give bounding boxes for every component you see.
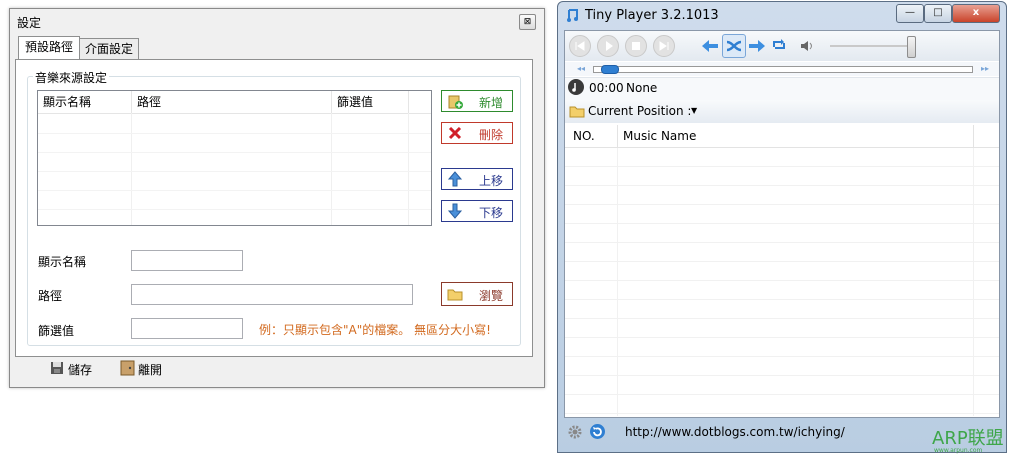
watermark-sub: www.arpun.com — [934, 447, 983, 454]
move-down-button[interactable]: 下移 — [441, 200, 513, 222]
group-title: 音樂來源設定 — [33, 69, 110, 86]
list-item[interactable] — [565, 148, 999, 167]
source-table[interactable]: 顯示名稱 路徑 篩選值 — [37, 90, 432, 226]
column-header-name[interactable]: 顯示名稱 — [38, 91, 132, 113]
repeat-icon[interactable] — [771, 37, 787, 56]
list-item[interactable] — [565, 262, 999, 281]
column-header-no[interactable]: NO. — [573, 129, 595, 143]
list-item[interactable] — [565, 395, 999, 414]
minimize-button[interactable]: — — [896, 4, 924, 23]
list-item[interactable] — [565, 205, 999, 224]
add-folder-icon — [447, 93, 463, 109]
filter-input[interactable] — [131, 318, 243, 339]
path-input[interactable] — [131, 284, 413, 305]
playlist-header: NO. Music Name — [565, 125, 999, 148]
volume-thumb[interactable] — [907, 36, 916, 58]
playlist[interactable] — [565, 148, 999, 416]
leave-label: 離開 — [138, 363, 163, 377]
browse-button-label: 瀏覽 — [478, 289, 503, 303]
maximize-button[interactable]: □ — [924, 4, 952, 23]
column-header-path[interactable]: 路徑 — [132, 91, 332, 113]
settings-window: 設定 ⊠ 預設路徑 介面設定 音樂來源設定 顯示名稱 路徑 篩選值 新增 刪除 … — [9, 8, 545, 388]
name-input[interactable] — [131, 250, 243, 271]
table-header: 顯示名稱 路徑 篩選值 — [38, 91, 431, 114]
music-disc-icon — [568, 79, 584, 95]
music-note-icon — [565, 8, 579, 25]
move-up-button[interactable]: 上移 — [441, 168, 513, 190]
volume-slider[interactable] — [830, 45, 915, 47]
close-button[interactable]: x — [952, 4, 1000, 23]
close-icon[interactable]: ⊠ — [519, 14, 536, 30]
folder-icon — [447, 286, 463, 302]
list-item[interactable] — [565, 186, 999, 205]
move-down-button-label: 下移 — [478, 206, 503, 220]
filter-hint: 例：只顯示包含"A"的檔案。 無區分大小寫! — [259, 323, 491, 337]
speaker-icon — [800, 40, 814, 55]
tab-panel: 音樂來源設定 顯示名稱 路徑 篩選值 新增 刪除 上移 下移 顯示名稱 路徑 瀏… — [15, 59, 533, 357]
status-url[interactable]: http://www.dotblogs.com.tw/ichying/ — [625, 425, 845, 439]
shuffle-icon[interactable] — [722, 34, 746, 58]
tab-default-path-label: 預設路徑 — [24, 40, 73, 54]
column-header-filter[interactable]: 篩選值 — [332, 91, 409, 113]
list-item[interactable] — [565, 376, 999, 395]
floppy-disk-icon — [50, 361, 64, 378]
exit-door-icon — [120, 360, 135, 379]
delete-x-icon — [447, 125, 463, 141]
rewind-marker-icon: ◂◂ — [577, 64, 586, 73]
arrow-up-icon — [447, 171, 463, 187]
save-label: 儲存 — [68, 363, 93, 377]
column-header-music-name[interactable]: Music Name — [623, 129, 696, 143]
list-item[interactable] — [565, 338, 999, 357]
add-button-label: 新增 — [478, 96, 503, 110]
playback-time: 00:00 — [589, 81, 624, 95]
chevron-down-icon[interactable]: ▼ — [691, 106, 697, 115]
next-icon[interactable] — [653, 35, 675, 57]
list-item[interactable] — [565, 224, 999, 243]
list-item[interactable] — [565, 357, 999, 376]
list-item[interactable] — [565, 281, 999, 300]
player-window: Tiny Player 3.2.1013 — □ x ◂◂ ▸▸ 00:00 N… — [557, 1, 1007, 453]
filter-label: 篩選值 — [38, 324, 75, 338]
settings-title: 設定 — [17, 16, 42, 30]
delete-button-label: 刪除 — [478, 128, 503, 142]
seek-thumb[interactable] — [601, 65, 619, 74]
move-up-button-label: 上移 — [478, 174, 503, 188]
gear-icon[interactable] — [567, 424, 583, 443]
forward-marker-icon: ▸▸ — [981, 64, 990, 73]
tab-default-path[interactable]: 預設路徑 — [18, 36, 80, 59]
refresh-icon[interactable] — [589, 423, 606, 443]
previous-icon[interactable] — [569, 35, 591, 57]
list-item[interactable] — [565, 300, 999, 319]
tab-interface-settings-label: 介面設定 — [84, 42, 133, 56]
stop-icon[interactable] — [625, 35, 647, 57]
path-label: 路徑 — [38, 289, 63, 303]
seek-bar[interactable] — [593, 66, 973, 73]
player-title: Tiny Player 3.2.1013 — [585, 8, 719, 23]
delete-button[interactable]: 刪除 — [441, 122, 513, 144]
arrow-left-icon[interactable] — [701, 38, 719, 57]
folder-icon — [569, 104, 585, 121]
current-position-label[interactable]: Current Position : — [588, 104, 691, 118]
arrow-down-icon — [447, 203, 463, 219]
browse-button[interactable]: 瀏覽 — [441, 282, 513, 306]
list-item[interactable] — [565, 167, 999, 186]
list-item[interactable] — [565, 243, 999, 262]
player-client: ◂◂ ▸▸ 00:00 None Current Position : ▼ NO… — [564, 30, 1000, 418]
tab-interface-settings[interactable]: 介面設定 — [79, 38, 139, 59]
add-button[interactable]: 新增 — [441, 90, 513, 112]
track-name: None — [626, 81, 658, 95]
play-icon[interactable] — [597, 35, 619, 57]
list-item[interactable] — [565, 319, 999, 338]
name-label: 顯示名稱 — [38, 255, 87, 269]
arrow-right-icon[interactable] — [748, 38, 766, 57]
